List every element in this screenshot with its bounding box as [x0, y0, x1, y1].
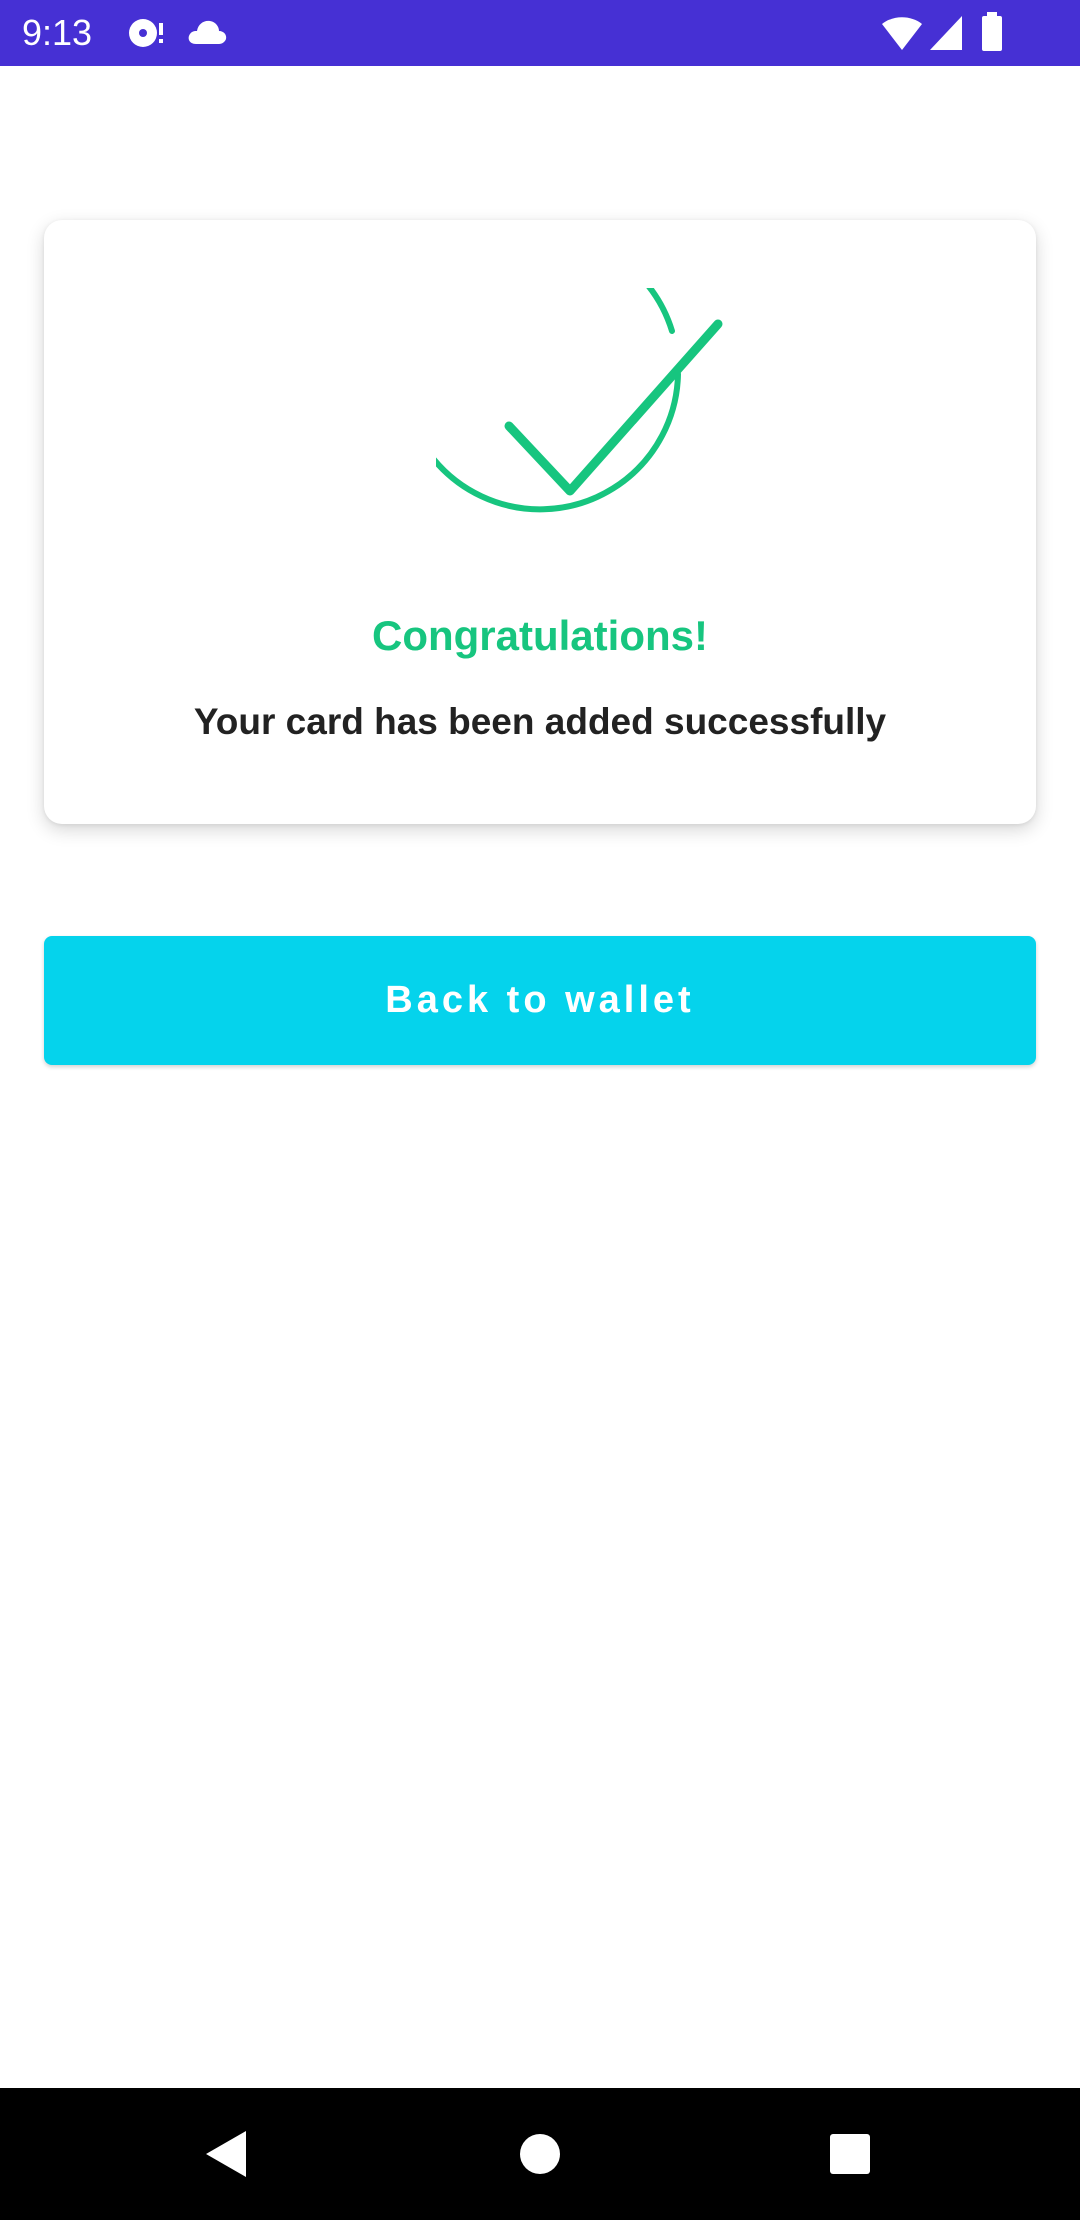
wifi-icon: [880, 14, 924, 57]
cellular-signal-icon: [928, 14, 964, 57]
cloud-icon: [186, 18, 228, 51]
navigation-bar: [0, 2088, 1080, 2220]
screen: 9:13 Congratulations! Your card has been…: [0, 0, 1080, 2220]
status-time: 9:13: [22, 12, 93, 53]
success-message: Your card has been added successfully: [193, 701, 887, 742]
success-card: Congratulations! Your card has been adde…: [44, 220, 1036, 824]
back-icon[interactable]: [176, 2108, 276, 2200]
check-circle-icon: [399, 230, 736, 588]
recents-icon[interactable]: [800, 2108, 900, 2200]
media-icon: [126, 16, 166, 55]
battery-icon: [980, 12, 1004, 57]
congratulations-title: Congratulations!: [372, 612, 708, 659]
home-icon[interactable]: [490, 2108, 590, 2200]
status-bar: 9:13: [0, 0, 1080, 66]
back-to-wallet-button[interactable]: Back to wallet: [44, 936, 1036, 1065]
